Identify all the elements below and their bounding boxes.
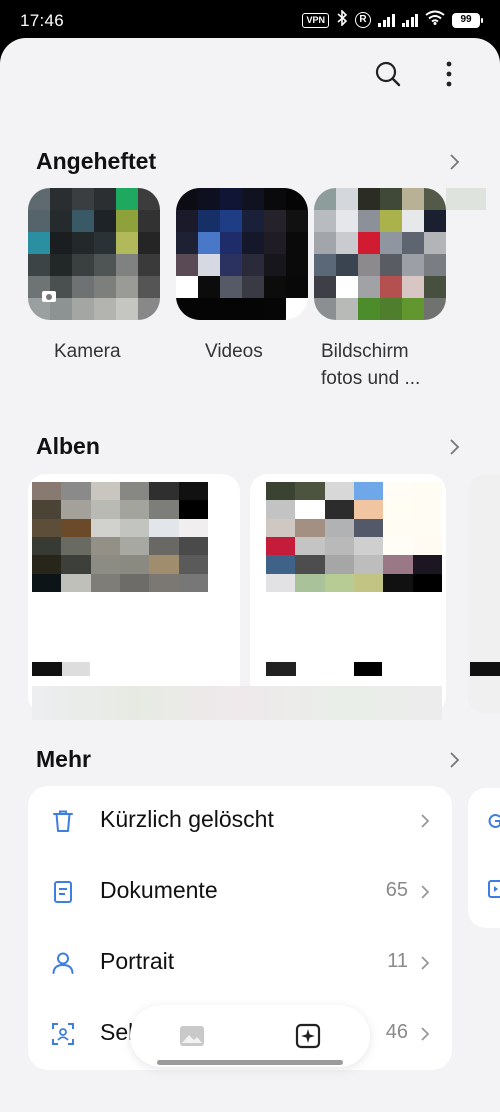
face-scan-icon — [52, 1023, 74, 1045]
vpn-icon: VPN — [302, 12, 329, 28]
chevron-right-icon — [421, 885, 430, 899]
album-3-title — [470, 662, 500, 676]
albums-section-title: Alben — [36, 433, 100, 459]
album-2-title — [266, 662, 296, 676]
album-2-title-2 — [354, 662, 382, 676]
more-item-portrait[interactable]: Portrait 11 — [28, 928, 452, 999]
pinned-videos-thumbnail[interactable] — [176, 188, 308, 320]
wifi-icon — [425, 10, 445, 30]
chevron-right-icon — [421, 1027, 430, 1041]
more-item-label: Portrait — [100, 948, 175, 974]
more-item-label: Kürzlich gelöscht — [100, 806, 274, 832]
more-item-label: Dokumente — [100, 877, 218, 903]
gallery-albums-screen: Angeheftet Kamera Videos Bildschirm foto… — [0, 38, 500, 1112]
status-icons: VPN R 99 — [302, 9, 483, 30]
more-item-count: 11 — [387, 950, 408, 972]
more-item-count: 65 — [385, 879, 408, 901]
person-icon — [52, 952, 74, 974]
slideshow-icon — [488, 880, 500, 898]
ai-edit-tab[interactable] — [292, 1020, 324, 1052]
album-1-count — [62, 662, 90, 676]
signal-1-icon — [378, 13, 395, 27]
album-2-cover — [266, 482, 442, 592]
album-card-2[interactable] — [250, 474, 446, 714]
pinned-section-title: Angeheftet — [36, 148, 157, 174]
signal-2-icon — [401, 13, 418, 27]
pinned-camera-thumbnail[interactable] — [28, 188, 160, 320]
albums-chevron-right-icon[interactable] — [444, 437, 464, 457]
search-icon[interactable] — [370, 56, 406, 92]
photos-icon — [180, 1026, 204, 1046]
more-item-documents[interactable]: Dokumente 65 — [28, 857, 452, 928]
sparkle-edit-icon — [295, 1023, 321, 1049]
album-1-cover — [32, 482, 208, 592]
chevron-right-icon — [421, 956, 430, 970]
registered-icon: R — [355, 12, 371, 28]
pinned-camera-label: Kamera — [54, 341, 121, 362]
albums-blur-strip — [32, 686, 442, 720]
trash-icon — [53, 810, 73, 832]
more-item-recently-deleted[interactable]: Kürzlich gelöscht — [28, 786, 452, 857]
battery-icon: 99 — [452, 12, 483, 28]
pinned-partial-thumbnail[interactable] — [446, 188, 486, 320]
pinned-videos-label: Videos — [205, 341, 263, 362]
bottom-tab-bar — [130, 1005, 370, 1067]
more-side-card-partial[interactable] — [468, 788, 500, 928]
document-icon — [54, 881, 72, 903]
home-indicator[interactable] — [157, 1060, 343, 1065]
camera-badge-icon — [42, 291, 56, 302]
album-card-3-partial[interactable] — [468, 474, 500, 714]
pinned-screenshots-thumbnail[interactable] — [314, 188, 446, 320]
more-chevron-right-icon[interactable] — [444, 750, 464, 770]
photos-tab[interactable] — [176, 1020, 208, 1052]
pinned-chevron-right-icon[interactable] — [444, 152, 464, 172]
more-vertical-icon[interactable] — [431, 56, 467, 92]
status-bar: 17:46 VPN R 99 — [0, 0, 500, 40]
more-section-title: Mehr — [36, 746, 91, 772]
album-card-1[interactable] — [28, 474, 240, 714]
more-item-count: 46 — [385, 1021, 408, 1043]
pinned-screenshots-label: Bildschirm fotos und ... — [321, 341, 421, 389]
chevron-right-icon — [421, 814, 430, 828]
google-g-icon — [488, 814, 500, 828]
bluetooth-icon — [336, 9, 348, 30]
status-time: 17:46 — [20, 11, 65, 30]
album-1-title — [32, 662, 62, 676]
